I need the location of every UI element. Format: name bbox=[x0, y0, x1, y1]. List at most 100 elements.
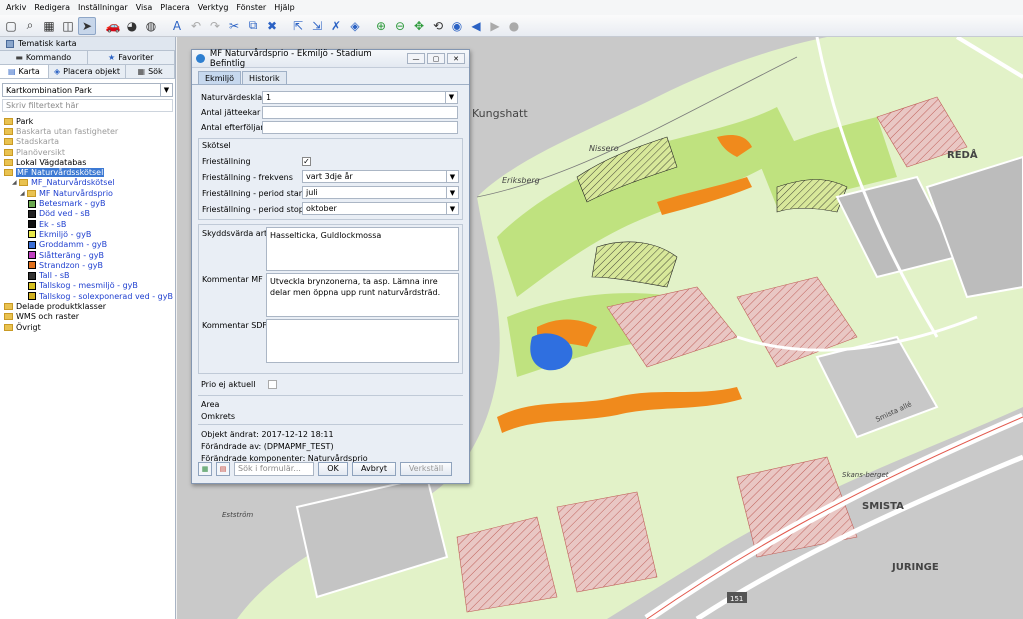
expand-icon[interactable]: ◢ bbox=[20, 190, 26, 197]
filter-input[interactable]: Skriv filtertext här bbox=[2, 99, 173, 112]
chevron-down-icon[interactable]: ▼ bbox=[446, 203, 458, 214]
remove-point-icon[interactable]: ✗ bbox=[327, 17, 345, 35]
thematic-map-tab[interactable]: Tematisk karta bbox=[0, 37, 175, 51]
tab-row-1: ▬ Kommando ★ Favoriter bbox=[0, 51, 175, 65]
kommentar-sdf-textarea[interactable] bbox=[266, 319, 459, 363]
pointer-icon[interactable]: ➤ bbox=[78, 16, 96, 35]
globe-icon[interactable]: ◍ bbox=[142, 17, 160, 35]
text-icon[interactable]: A bbox=[168, 17, 186, 35]
tab-placera-objekt[interactable]: ◈ Placera objekt bbox=[49, 65, 127, 78]
rotate-icon[interactable]: ⟲ bbox=[429, 17, 447, 35]
menu-item-2[interactable]: Inställningar bbox=[74, 3, 132, 12]
forward-icon[interactable]: ▶ bbox=[486, 17, 504, 35]
toolbar-separator bbox=[365, 17, 371, 35]
tree-node[interactable]: Ek - sB bbox=[0, 219, 175, 229]
tree-node[interactable]: Slåtteräng - gyB bbox=[0, 250, 175, 260]
tree-node[interactable]: Delade produktklasser bbox=[0, 301, 175, 311]
antal-efterfoljare-input[interactable] bbox=[262, 120, 458, 134]
tree-node[interactable]: Betesmark - gyB bbox=[0, 198, 175, 208]
zoom-in-icon[interactable]: ⊕ bbox=[372, 17, 390, 35]
tree-node[interactable]: ◢ MF_Naturvårdskötsel bbox=[0, 178, 175, 188]
pan-icon[interactable]: ✥ bbox=[410, 17, 428, 35]
tree-node[interactable]: Park bbox=[0, 116, 175, 126]
period-start-select[interactable]: juli ▼ bbox=[302, 186, 459, 199]
delete-object-icon[interactable]: ✖ bbox=[263, 17, 281, 35]
add-point-icon[interactable]: ⇱ bbox=[289, 17, 307, 35]
skotsel-group: Skötsel Frieställning ✓ Frieställning - … bbox=[198, 138, 463, 220]
chevron-down-icon[interactable]: ▼ bbox=[160, 84, 172, 96]
menu-item-4[interactable]: Placera bbox=[156, 3, 193, 12]
tab-favoriter[interactable]: ★ Favoriter bbox=[88, 51, 175, 64]
menu-bar: Arkiv Redigera Inställningar Visa Placera Ver… bbox=[0, 0, 1023, 15]
tree-node[interactable]: Strandzon - gyB bbox=[0, 260, 175, 270]
redo-icon[interactable]: ↷ bbox=[206, 17, 224, 35]
zoom-full-icon[interactable]: ◉ bbox=[448, 17, 466, 35]
car-icon[interactable]: 🚗 bbox=[104, 17, 122, 35]
naturvardesklass-select[interactable]: 1 ▼ bbox=[262, 90, 458, 104]
apply-button[interactable]: Verkställ bbox=[400, 461, 452, 476]
tab-ekmiljo[interactable]: Ekmiljö bbox=[198, 71, 242, 84]
tree-node[interactable]: Tall - sB bbox=[0, 270, 175, 280]
tab-kommando[interactable]: ▬ Kommando bbox=[0, 51, 88, 64]
zoom-out-icon[interactable]: ⊖ bbox=[391, 17, 409, 35]
menu-item-6[interactable]: Fönster bbox=[232, 3, 270, 12]
stop-icon[interactable]: ● bbox=[505, 17, 523, 35]
move-point-icon[interactable]: ⇲ bbox=[308, 17, 326, 35]
tree-node[interactable]: Planöversikt bbox=[0, 147, 175, 157]
chevron-down-icon[interactable]: ▼ bbox=[446, 187, 458, 198]
menu-item-1[interactable]: Redigera bbox=[30, 3, 74, 12]
menu-item-0[interactable]: Arkiv bbox=[2, 3, 30, 12]
tree-node[interactable]: Ekmiljö - gyB bbox=[0, 229, 175, 239]
tree-node[interactable]: Lokal Vägdatabas bbox=[0, 157, 175, 167]
cancel-button[interactable]: Avbryt bbox=[352, 461, 396, 476]
ok-button[interactable]: OK bbox=[318, 461, 348, 476]
tree-node[interactable]: ◢ MF Naturvårdsprio bbox=[0, 188, 175, 198]
period-stopp-select[interactable]: oktober ▼ bbox=[302, 202, 459, 215]
minimize-button[interactable]: — bbox=[407, 53, 425, 64]
pdf-icon[interactable]: ▤ bbox=[216, 461, 230, 476]
maximize-button[interactable]: ▢ bbox=[427, 53, 445, 64]
tab-karta[interactable]: ▤ Karta bbox=[0, 65, 49, 78]
dialog-title-bar[interactable]: MF Naturvårdsprio - Ekmiljö - Stadium Be… bbox=[192, 49, 469, 69]
select-icon[interactable]: ▢ bbox=[2, 17, 20, 35]
layer-symbol-icon bbox=[28, 292, 36, 301]
tree-node[interactable]: Groddamm - gyB bbox=[0, 240, 175, 250]
tree-node[interactable]: Död ved - sB bbox=[0, 209, 175, 219]
close-button[interactable]: ✕ bbox=[447, 53, 465, 64]
tree-node[interactable]: Tallskog - solexponerad ved - gyB bbox=[0, 291, 175, 301]
tree-node[interactable]: Tallskog - mesmiljö - gyB bbox=[0, 281, 175, 291]
menu-item-5[interactable]: Verktyg bbox=[194, 3, 233, 12]
tab-historik[interactable]: Historik bbox=[242, 71, 287, 84]
skyddsvarda-textarea[interactable]: Hasselticka, Guldlockmossa bbox=[266, 227, 459, 271]
menu-item-3[interactable]: Visa bbox=[132, 3, 157, 12]
fristallning-checkbox[interactable]: ✓ bbox=[302, 157, 311, 166]
cut-icon[interactable]: ✂ bbox=[225, 17, 243, 35]
tab-sok[interactable]: ▦ Sök bbox=[126, 65, 175, 78]
copy-icon[interactable]: ⧉ bbox=[244, 17, 262, 35]
expand-icon[interactable]: ◢ bbox=[12, 179, 18, 186]
prio-checkbox[interactable] bbox=[268, 380, 277, 389]
zoom-window-icon[interactable]: ⌕ bbox=[21, 17, 39, 35]
chevron-down-icon[interactable]: ▼ bbox=[446, 171, 458, 182]
cube-icon[interactable]: ◈ bbox=[346, 17, 364, 35]
undo-icon[interactable]: ↶ bbox=[187, 17, 205, 35]
period-start-value: juli bbox=[306, 188, 318, 197]
back-icon[interactable]: ◀ bbox=[467, 17, 485, 35]
antal-jatteekar-input[interactable] bbox=[262, 105, 458, 119]
form-search-input[interactable]: Sök i formulär... bbox=[234, 461, 314, 476]
excel-icon[interactable]: ▦ bbox=[198, 461, 212, 476]
chevron-down-icon[interactable]: ▼ bbox=[445, 91, 457, 103]
tree-node[interactable]: Stadskarta bbox=[0, 137, 175, 147]
tree-node[interactable]: WMS och raster bbox=[0, 312, 175, 322]
tab-placera-label: Placera objekt bbox=[63, 67, 121, 76]
tree-node[interactable]: Baskarta utan fastigheter bbox=[0, 126, 175, 136]
layers-icon[interactable]: ◕ bbox=[123, 17, 141, 35]
tree-node[interactable]: MF Naturvårdsskötsel bbox=[0, 167, 175, 178]
frekvens-select[interactable]: vart 3dje år ▼ bbox=[302, 170, 459, 183]
table-icon[interactable]: ▦ bbox=[40, 17, 58, 35]
map-combination-select[interactable]: Kartkombination Park ▼ bbox=[2, 83, 173, 97]
menu-item-7[interactable]: Hjälp bbox=[270, 3, 298, 12]
tree-node[interactable]: Övrigt bbox=[0, 322, 175, 332]
kommentar-mf-textarea[interactable]: Utveckla brynzonerna, ta asp. Lämna inre… bbox=[266, 273, 459, 317]
measure-icon[interactable]: ◫ bbox=[59, 17, 77, 35]
